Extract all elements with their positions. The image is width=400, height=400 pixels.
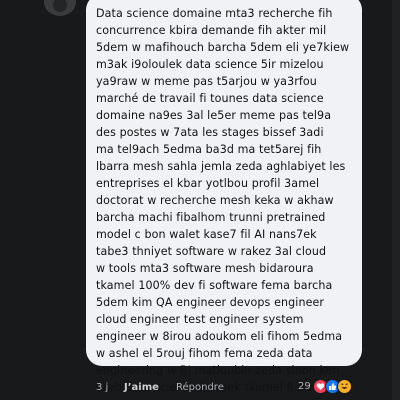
avatar[interactable]: [44, 0, 76, 16]
comment-line: barcha machi fibalhom trunni pretrained: [96, 211, 326, 224]
comment-line: marché de travail fi tounes data science: [96, 92, 324, 105]
reply-button[interactable]: Répondre: [176, 381, 224, 395]
comment-line: concurrence kbira demande fih akter mil: [96, 24, 327, 37]
reaction-count: 29: [298, 380, 311, 392]
comment-line: des postes w 7ata les stages bissef 3adi: [96, 126, 324, 139]
comment-line: w tools mta3 software mesh bidaroura: [96, 262, 314, 275]
comment-line: entreprises el kbar yotlbou profil 3amel: [96, 177, 320, 190]
haha-icon: [336, 378, 352, 394]
comment-timestamp[interactable]: 3 j: [96, 381, 108, 395]
comment-line: tabe3 thniyet software w rakez 3al cloud: [96, 245, 327, 258]
comment-line: tkamel 100% dev fi software fema barcha: [96, 279, 333, 292]
reactions-summary[interactable]: 29: [298, 378, 352, 394]
comment-line: model c bon walet kase7 fil AI nans7ek: [96, 228, 317, 241]
comment-line: cloud engineer test engineer system: [96, 313, 304, 326]
comment-line: ya9raw w meme pas t5arjou w ya3rfou: [96, 75, 317, 88]
comment-line: engineer w 8irou adoukom eli fihom 5edma: [96, 330, 343, 343]
comment-line: recherche w taamel doctorat: [96, 396, 354, 400]
comment-line: domaine na9es 3al le5er meme pas tel9a: [96, 109, 332, 122]
comment-line: Data science domaine mta3 recherche fih: [96, 7, 333, 20]
comment-view: Data science domaine mta3 recherche fih c…: [0, 0, 400, 400]
comment-line: doctorat w recherche mesh keka w akhaw: [96, 194, 334, 207]
comment-bubble: Data science domaine mta3 recherche fih c…: [86, 0, 362, 400]
scrollbar[interactable]: [392, 0, 400, 400]
comment-line: w ashel el 5rouj fihom fema zeda data: [96, 347, 313, 360]
like-button[interactable]: J’aime: [124, 381, 159, 395]
comment-line: engineering w BI matloubin zeda sinon ke…: [96, 364, 340, 377]
comment-text: Data science domaine mta3 recherche fih c…: [96, 5, 354, 400]
comment-line: lbarra mesh sahla jemla zeda aghlabiyet …: [96, 160, 346, 173]
comment-line: 5dem w mafihouch barcha 5dem eli ye7kiew: [96, 41, 350, 54]
comment-line: m3ak i9oloulek data science 5ir mizelou: [96, 58, 324, 71]
comment-line: ma tel9ach 5edma ba3d ma tet5arej fih: [96, 143, 322, 156]
comment-line: 5dem kim QA engineer devops engineer: [96, 296, 325, 309]
